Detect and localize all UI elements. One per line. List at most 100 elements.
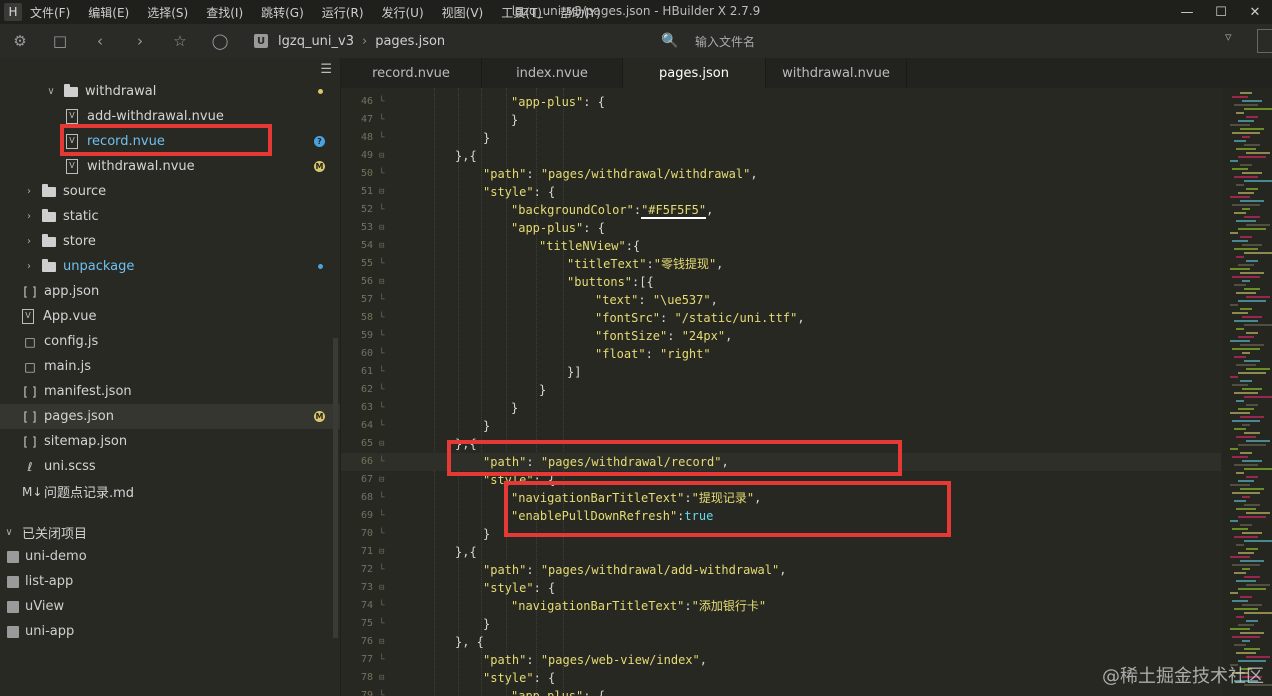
tree-folder[interactable]: › static bbox=[0, 204, 340, 229]
code-line[interactable]: 54 ⊟ "titleNView":{ bbox=[341, 237, 1221, 255]
tree-file[interactable]: ℓ uni.scss bbox=[0, 454, 340, 479]
chevron-right-icon[interactable]: › bbox=[22, 261, 36, 272]
tree-file[interactable]: V App.vue bbox=[0, 304, 340, 329]
minimize-button[interactable]: — bbox=[1170, 0, 1204, 24]
code-line[interactable]: 71 ⊟},{ bbox=[341, 543, 1221, 561]
code-line[interactable]: 75 └} bbox=[341, 615, 1221, 633]
fold-toggle-icon[interactable]: ⊟ bbox=[379, 435, 387, 453]
tree-file[interactable]: □ main.js bbox=[0, 354, 340, 379]
chevron-down-icon[interactable]: ∨ bbox=[44, 86, 58, 97]
menu-item[interactable]: 查找(I) bbox=[206, 4, 243, 21]
code-line[interactable]: 57 └ "text": "\ue537", bbox=[341, 291, 1221, 309]
code-line[interactable]: 64 └} bbox=[341, 417, 1221, 435]
code-line[interactable]: 62 └} bbox=[341, 381, 1221, 399]
code-line[interactable]: 77 └ "path": "pages/web-view/index", bbox=[341, 651, 1221, 669]
code-line[interactable]: 48 └} bbox=[341, 129, 1221, 147]
fold-toggle-icon[interactable]: ⊟ bbox=[379, 633, 387, 651]
tree-folder[interactable]: › unpackage bbox=[0, 254, 340, 279]
code-line[interactable]: 58 └ "fontSrc": "/static/uni.ttf", bbox=[341, 309, 1221, 327]
code-line[interactable]: 47 └} bbox=[341, 111, 1221, 129]
menu-item[interactable]: 帮助(Y) bbox=[560, 4, 601, 21]
chevron-right-icon[interactable]: › bbox=[22, 186, 36, 197]
code-line[interactable]: 74 └ "navigationBarTitleText":"添加银行卡" bbox=[341, 597, 1221, 615]
chevron-right-icon[interactable]: › bbox=[22, 211, 36, 222]
tree-file[interactable]: [ ] pages.json M bbox=[0, 404, 340, 429]
tab-pages-json[interactable]: pages.json bbox=[623, 58, 766, 88]
breadcrumb-project[interactable]: lgzq_uni_v3 bbox=[278, 34, 354, 49]
run-icon[interactable]: ◯ bbox=[200, 24, 240, 58]
forward-icon[interactable]: › bbox=[120, 24, 160, 58]
tree-file[interactable]: □ config.js bbox=[0, 329, 340, 354]
fold-toggle-icon[interactable]: ⊟ bbox=[379, 183, 387, 201]
explorer-menu-icon[interactable]: ☰ bbox=[320, 62, 332, 77]
code-punctuation: , bbox=[706, 203, 714, 217]
menu-item[interactable]: 运行(R) bbox=[322, 4, 364, 21]
tree-file[interactable]: Vwithdrawal.nvue M bbox=[0, 154, 340, 179]
code-line[interactable]: 61 └}] bbox=[341, 363, 1221, 381]
layout-toggle-button[interactable] bbox=[1257, 29, 1272, 53]
fold-toggle-icon[interactable]: ⊟ bbox=[379, 147, 387, 165]
close-button[interactable]: ✕ bbox=[1238, 0, 1272, 24]
code-line[interactable]: 63 └} bbox=[341, 399, 1221, 417]
tab-index-nvue[interactable]: index.nvue bbox=[482, 58, 623, 88]
code-line[interactable]: 76 ⊟}, { bbox=[341, 633, 1221, 651]
tab-record-nvue[interactable]: record.nvue bbox=[341, 58, 482, 88]
closed-project-item[interactable]: list-app bbox=[0, 569, 340, 594]
file-search[interactable]: 🔍 输入文件名 bbox=[655, 30, 1215, 52]
menu-item[interactable]: 文件(F) bbox=[30, 4, 70, 21]
chevron-right-icon[interactable]: › bbox=[22, 236, 36, 247]
menu-item[interactable]: 选择(S) bbox=[147, 4, 188, 21]
code-line[interactable]: 50 └ "path": "pages/withdrawal/withdrawal"… bbox=[341, 165, 1221, 183]
code-editor[interactable]: 46 └ "app-plus": {47 └} 48 └} 49 ⊟},{50 └ "path":… bbox=[341, 88, 1272, 696]
code-line[interactable]: 79 └ "app-plus": { bbox=[341, 687, 1221, 696]
code-line[interactable]: 46 └ "app-plus": { bbox=[341, 93, 1221, 111]
tree-item-label: manifest.json bbox=[44, 384, 132, 399]
tree-folder[interactable]: › store bbox=[0, 229, 340, 254]
fold-toggle-icon[interactable]: ⊟ bbox=[379, 471, 387, 489]
fold-toggle-icon[interactable]: ⊟ bbox=[379, 273, 387, 291]
code-line[interactable]: 72 └ "path": "pages/withdrawal/add-withdra… bbox=[341, 561, 1221, 579]
code-line[interactable]: 49 ⊟},{ bbox=[341, 147, 1221, 165]
menu-item[interactable]: 编辑(E) bbox=[88, 4, 129, 21]
closed-projects-header[interactable]: ∨ 已关闭项目 bbox=[0, 520, 340, 545]
minimap[interactable] bbox=[1222, 88, 1272, 696]
closed-project-item[interactable]: uni-demo bbox=[0, 544, 340, 569]
menu-item[interactable]: 工具(T) bbox=[501, 4, 542, 21]
fold-line-icon: └ bbox=[379, 529, 385, 539]
code-line[interactable]: 73 ⊟ "style": { bbox=[341, 579, 1221, 597]
tree-folder[interactable]: › source bbox=[0, 179, 340, 204]
maximize-button[interactable]: ☐ bbox=[1204, 0, 1238, 24]
fold-toggle-icon[interactable]: ⊟ bbox=[379, 219, 387, 237]
code-line[interactable]: 52 └ "backgroundColor":"#F5F5F5", bbox=[341, 201, 1221, 219]
breadcrumb-file[interactable]: pages.json bbox=[375, 34, 445, 49]
tree-folder[interactable]: ∨ withdrawal bbox=[0, 79, 340, 104]
code-line[interactable]: 53 ⊟ "app-plus": { bbox=[341, 219, 1221, 237]
chevron-down-icon[interactable]: ∨ bbox=[2, 527, 16, 538]
code-line[interactable]: 60 └ "float": "right" bbox=[341, 345, 1221, 363]
new-file-icon[interactable]: ⚙ bbox=[0, 24, 40, 58]
closed-project-item[interactable]: uView bbox=[0, 594, 340, 619]
code-line[interactable]: 59 └ "fontSize": "24px", bbox=[341, 327, 1221, 345]
menu-item[interactable]: 跳转(G) bbox=[261, 4, 304, 21]
code-line[interactable]: 51 ⊟ "style": { bbox=[341, 183, 1221, 201]
closed-project-item[interactable]: uni-app bbox=[0, 619, 340, 644]
tree-file[interactable]: [ ] manifest.json bbox=[0, 379, 340, 404]
code-line[interactable]: 55 └ "titleText":"零钱提现", bbox=[341, 255, 1221, 273]
tab-withdrawal-nvue[interactable]: withdrawal.nvue bbox=[766, 58, 907, 88]
tree-file[interactable]: [ ] app.json bbox=[0, 279, 340, 304]
code-line[interactable]: 78 ⊟ "style": { bbox=[341, 669, 1221, 687]
fold-toggle-icon[interactable]: ⊟ bbox=[379, 543, 387, 561]
code-punctuation: : { bbox=[583, 95, 605, 109]
menu-item[interactable]: 视图(V) bbox=[442, 4, 484, 21]
fold-toggle-icon[interactable]: ⊟ bbox=[379, 579, 387, 597]
save-icon[interactable]: □ bbox=[40, 24, 80, 58]
fold-toggle-icon[interactable]: ⊟ bbox=[379, 237, 387, 255]
tree-file[interactable]: [ ] sitemap.json bbox=[0, 429, 340, 454]
fold-toggle-icon[interactable]: ⊟ bbox=[379, 669, 387, 687]
filter-icon[interactable]: ▿ bbox=[1225, 30, 1232, 45]
menu-item[interactable]: 发行(U) bbox=[382, 4, 424, 21]
code-line[interactable]: 56 ⊟ "buttons":[{ bbox=[341, 273, 1221, 291]
back-icon[interactable]: ‹ bbox=[80, 24, 120, 58]
star-icon[interactable]: ☆ bbox=[160, 24, 200, 58]
tree-file[interactable]: M↓ 问题点记录.md bbox=[0, 479, 340, 504]
